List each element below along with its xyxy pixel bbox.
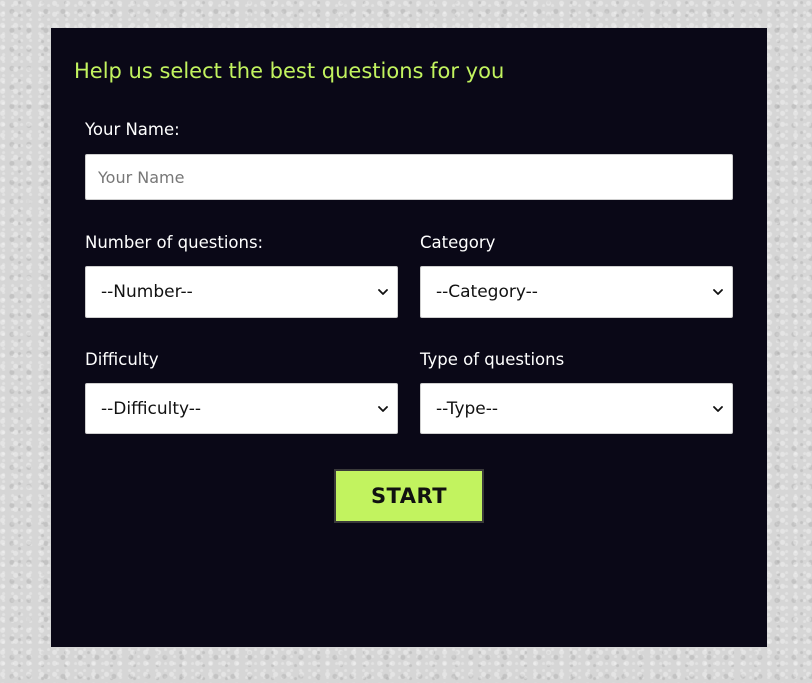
number-of-questions-label: Number of questions: <box>85 233 264 252</box>
difficulty-value: --Difficulty-- <box>101 398 202 419</box>
start-button[interactable]: START <box>334 469 484 523</box>
category-value: --Category-- <box>436 282 538 302</box>
name-input[interactable] <box>85 154 733 200</box>
type-of-questions-select[interactable]: --Type-- <box>420 383 733 434</box>
chevron-down-icon <box>713 405 723 412</box>
form-heading: Help us select the best questions for yo… <box>74 59 505 83</box>
type-of-questions-value: --Type-- <box>436 398 499 419</box>
number-of-questions-select[interactable]: --Number-- <box>85 266 398 318</box>
chevron-down-icon <box>378 289 388 295</box>
type-of-questions-label: Type of questions <box>420 350 565 369</box>
number-of-questions-value: --Number-- <box>101 282 193 302</box>
difficulty-select[interactable]: --Difficulty-- <box>85 383 398 434</box>
quiz-setup-panel: Help us select the best questions for yo… <box>51 28 767 647</box>
name-label: Your Name: <box>85 120 180 139</box>
category-select[interactable]: --Category-- <box>420 266 733 318</box>
difficulty-label: Difficulty <box>85 350 159 369</box>
category-label: Category <box>420 233 496 252</box>
chevron-down-icon <box>713 289 723 295</box>
chevron-down-icon <box>378 405 388 412</box>
